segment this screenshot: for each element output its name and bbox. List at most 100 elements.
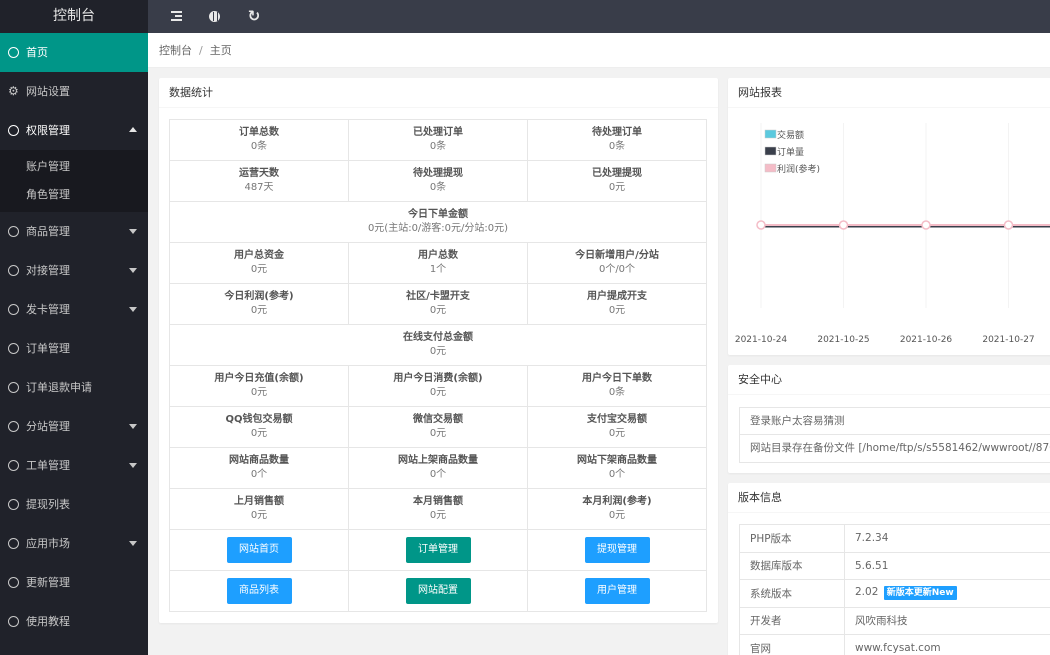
x-tick-label: 2021-10-25 [817, 335, 869, 345]
caret-down-icon [129, 307, 137, 312]
version-row-developer: 开发者 风吹雨科技 [739, 606, 1050, 635]
stat-label: 订单总数 [239, 127, 279, 138]
sidebar-subitem-roles[interactable]: 角色管理 [0, 181, 148, 209]
caret-down-icon [129, 463, 137, 468]
security-item: 网站目录存在备份文件 [/home/ftp/s/s5581462/wwwroot… [750, 442, 1050, 454]
quick-link-button[interactable]: 提现管理 [584, 537, 650, 563]
sidebar-item-label: 订单退款申请 [26, 381, 92, 394]
sidebar-item-integration[interactable]: 对接管理 [0, 251, 148, 290]
stats-row: 运营天数 487天 待处理提现 0条 已处理提现 0元 [169, 160, 707, 202]
stat-label: 用户总资金 [234, 250, 284, 261]
app-title[interactable]: 控制台 [0, 0, 148, 33]
stat-label: QQ钱包交易额 [225, 414, 293, 425]
stat-cell: 网站上架商品数量 0个 [348, 447, 528, 489]
stat-cell: 已处理提现 0元 [527, 160, 707, 202]
sidebar-item-app-market[interactable]: 应用市场 [0, 524, 148, 563]
sidebar-item-label: 订单管理 [26, 342, 70, 355]
data-point [756, 220, 766, 230]
menu-collapse-icon [171, 11, 182, 21]
stat-value: 0元 [429, 510, 447, 521]
menu-collapse-button[interactable] [168, 0, 188, 33]
data-point [1003, 220, 1014, 230]
stat-value: 0元 [250, 264, 268, 275]
stat-label: 上月销售额 [234, 496, 284, 507]
stats-button-row: 网站首页 订单管理 提现管理 [169, 529, 707, 571]
sidebar-item-tutorial[interactable]: 使用教程 [0, 602, 148, 641]
version-value: 风吹雨科技 [844, 606, 1050, 635]
circle-icon [8, 577, 19, 588]
quick-link-button[interactable]: 网站首页 [226, 537, 292, 563]
submenu-permissions: 账户管理 角色管理 [0, 150, 148, 212]
x-tick-label: 2021-10-24 [735, 335, 788, 345]
stat-value: 0个 [608, 469, 626, 480]
sidebar-item-tickets[interactable]: 工单管理 [0, 446, 148, 485]
sidebar-item-label: 应用市场 [26, 537, 70, 550]
version-key: 系统版本 [739, 579, 845, 608]
sidebar-item-substations[interactable]: 分站管理 [0, 407, 148, 446]
stat-label: 在线支付总金额 [403, 332, 473, 343]
circle-icon [8, 343, 19, 354]
caret-down-icon [129, 229, 137, 234]
stat-value: 0元 [250, 428, 268, 439]
sidebar-item-site-settings[interactable]: ⚙ 网站设置 [0, 72, 148, 111]
sidebar-item-updates[interactable]: 更新管理 [0, 563, 148, 602]
stat-label: 本月利润(参考) [582, 496, 652, 507]
stat-label: 今日下单金额 [408, 209, 468, 220]
sidebar-item-refunds[interactable]: 订单退款申请 [0, 368, 148, 407]
sidebar-item-permissions[interactable]: 权限管理 [0, 111, 148, 150]
chart-card: 网站报表 2021-10-24 2021-10-25 2021-10-26 2021-… [728, 78, 1050, 355]
stat-cell: 待处理订单 0条 [527, 119, 707, 161]
data-point [921, 220, 931, 230]
stat-label: 支付宝交易额 [587, 414, 647, 425]
stat-label: 社区/卡盟开支 [406, 291, 470, 302]
stat-cell: 本月利润(参考) 0元 [527, 488, 707, 530]
globe-button[interactable] [204, 0, 224, 33]
stat-label: 本月销售额 [413, 496, 463, 507]
stat-value: 0元 [250, 305, 268, 316]
stat-value: 0条 [250, 141, 268, 152]
stat-label: 网站上架商品数量 [398, 455, 478, 466]
stats-row: 订单总数 0条 已处理订单 0条 待处理订单 0条 [169, 119, 707, 161]
stat-value: 0元 [608, 510, 626, 521]
stat-cell: 社区/卡盟开支 0元 [348, 283, 528, 325]
quick-link-button[interactable]: 订单管理 [405, 537, 471, 563]
circle-icon [8, 460, 19, 471]
stat-cell: 今日下单金额 0元(主站:0/游客:0元/分站:0元) [169, 201, 707, 243]
caret-down-icon [129, 268, 137, 273]
topbar: ↻ [148, 0, 1050, 33]
quick-link-button[interactable]: 商品列表 [226, 578, 292, 604]
circle-icon [8, 47, 19, 58]
quick-link-button[interactable]: 用户管理 [584, 578, 650, 604]
sidebar-subitem-accounts[interactable]: 账户管理 [0, 153, 148, 181]
version-value[interactable]: www.fcysat.com [844, 634, 1050, 655]
refresh-button[interactable]: ↻ [244, 0, 264, 33]
chart-title: 网站报表 [728, 78, 1050, 108]
version-key: 数据库版本 [739, 551, 845, 580]
stat-cell: 用户今日充值(余额) 0元 [169, 365, 349, 407]
legend-label: 交易额 [777, 129, 804, 141]
sidebar-item-products[interactable]: 商品管理 [0, 212, 148, 251]
version-value: 2.02 [855, 586, 879, 599]
sidebar-item-orders[interactable]: 订单管理 [0, 329, 148, 368]
version-row-system: 系统版本 2.02 新版本更新New [739, 579, 1050, 608]
sidebar-item-label: 更新管理 [26, 576, 70, 589]
stats-row: 网站商品数量 0个 网站上架商品数量 0个 网站下架商品数量 0个 [169, 447, 707, 489]
stat-value: 0条 [429, 182, 447, 193]
update-badge[interactable]: 新版本更新New [883, 586, 957, 601]
circle-icon [8, 616, 19, 627]
stat-cell: 用户今日下单数 0条 [527, 365, 707, 407]
caret-down-icon [129, 424, 137, 429]
stat-cell: 用户今日消费(余额) 0元 [348, 365, 528, 407]
stats-button-row: 商品列表 网站配置 用户管理 [169, 570, 707, 612]
sidebar-item-cards[interactable]: 发卡管理 [0, 290, 148, 329]
stat-label: 用户今日消费(余额) [393, 373, 483, 384]
version-key: 开发者 [739, 606, 845, 635]
stat-cell: 用户总数 1个 [348, 242, 528, 284]
stat-label: 用户今日下单数 [582, 373, 652, 384]
sidebar-item-home[interactable]: 首页 [0, 33, 148, 72]
stats-row: 今日利润(参考) 0元 社区/卡盟开支 0元 用户提成开支 0元 [169, 283, 707, 325]
circle-icon [8, 382, 19, 393]
quick-link-button[interactable]: 网站配置 [405, 578, 471, 604]
breadcrumb-root[interactable]: 控制台 [159, 44, 192, 57]
sidebar-item-withdrawals[interactable]: 提现列表 [0, 485, 148, 524]
